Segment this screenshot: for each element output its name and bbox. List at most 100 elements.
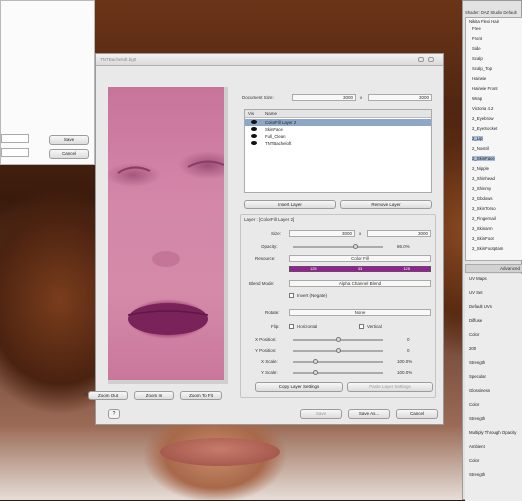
property-row[interactable]: UV Set (469, 290, 519, 295)
tree-item[interactable]: 2_Nostril (472, 146, 489, 151)
save-button[interactable]: Save (300, 409, 342, 419)
property-row[interactable]: Default UVs (469, 304, 519, 309)
y-position-slider[interactable] (293, 348, 383, 353)
tree-item[interactable]: 2_Lip (472, 136, 483, 141)
layer-visibility-eye-icon[interactable] (251, 120, 257, 124)
x-position-slider[interactable] (293, 337, 383, 342)
tree-item[interactable]: Scalp (472, 56, 483, 61)
layer-row[interactable]: ColorFill Layer 2 (245, 119, 431, 126)
tree-item[interactable]: 2_SkinFoot (472, 236, 494, 241)
property-row[interactable]: Diffuse (469, 318, 519, 323)
help-button[interactable]: ? (108, 409, 120, 419)
property-row[interactable]: 200 (469, 346, 519, 351)
shader-header: Shader: DAZ Studio Default (465, 10, 517, 15)
zoom-out-button[interactable]: Zoom Out (88, 391, 128, 400)
property-row[interactable]: UV Maps (469, 276, 519, 281)
property-row[interactable]: Color (469, 402, 519, 407)
x-scale-slider[interactable] (293, 359, 383, 364)
tree-item[interactable]: 2_EyeSocket (472, 126, 497, 131)
x-position-knob[interactable] (336, 337, 341, 342)
x-scale-knob[interactable] (313, 359, 318, 364)
rotate-select[interactable]: None (289, 309, 431, 316)
layer-height-field[interactable]: 3000 (367, 230, 431, 237)
image-preview[interactable] (108, 87, 228, 380)
close-icon[interactable] (428, 57, 434, 62)
opacity-slider[interactable] (293, 244, 383, 249)
color-swatch[interactable]: 125 33 125 (289, 266, 431, 272)
tree-item[interactable]: Wrap (472, 96, 482, 101)
zoom-in-button[interactable]: Zoom In (134, 391, 174, 400)
property-row[interactable]: Ambient (469, 444, 519, 449)
remove-layer-button[interactable]: Remove Layer (340, 200, 432, 209)
small-cancel-button[interactable]: Cancel (49, 149, 89, 159)
tree-item[interactable]: 2_Skinarm (472, 226, 493, 231)
layer-row[interactable]: Full_Clean (245, 133, 431, 140)
tree-item[interactable]: Free (472, 26, 481, 31)
tree-item[interactable]: Front (472, 36, 482, 41)
tree-item[interactable]: 2_SkinFace (472, 156, 495, 161)
property-row[interactable]: Color (469, 458, 519, 463)
layer-width-field[interactable]: 3000 (289, 230, 355, 237)
save-as-button[interactable]: Save As... (348, 409, 390, 419)
y-position-knob[interactable] (336, 348, 341, 353)
dialog-title: TNTBacheloft.bg0 (100, 57, 137, 62)
small-save-button[interactable]: Save (49, 135, 89, 145)
opacity-label: Opacity: (261, 244, 278, 249)
property-row[interactable]: Glossiness (469, 388, 519, 393)
tree-root[interactable]: Nikita Flexi Hair (469, 19, 499, 24)
tree-item[interactable]: Victoria 4.2 (472, 106, 493, 111)
tree-item[interactable]: 2_Shinmy (472, 186, 491, 191)
cancel-button[interactable]: Cancel (396, 409, 438, 419)
flip-label: Flip: (271, 324, 280, 329)
tree-item[interactable]: Hairwie (472, 76, 486, 81)
invert-checkbox[interactable] (289, 293, 294, 298)
layer-visibility-eye-icon[interactable] (251, 134, 257, 138)
resource-select[interactable]: Color Fill (289, 255, 431, 262)
blend-mode-select[interactable]: Alpha Channel Blend (289, 280, 431, 287)
layer-visibility-eye-icon[interactable] (251, 141, 257, 145)
tab-advanced[interactable]: Advanced (500, 266, 520, 271)
tree-item[interactable]: 2_SkinFootptam (472, 246, 503, 251)
tree-item[interactable]: 2_Gbdows (472, 196, 493, 201)
minimize-icon[interactable] (418, 57, 424, 62)
zoom-to-fit-button[interactable]: Zoom To Fit (180, 391, 222, 400)
flip-horizontal-checkbox[interactable] (289, 324, 294, 329)
document-height-field[interactable]: 3000 (368, 94, 432, 101)
tree-item[interactable]: 2_Nipple (472, 166, 489, 171)
layer-row[interactable]: TNTBacheloft (245, 140, 431, 147)
tree-item[interactable]: 2_Shinhead (472, 176, 495, 181)
property-row[interactable]: Strength (469, 360, 519, 365)
rotate-label: Rotate: (265, 310, 280, 315)
preview-scrollbar-h[interactable] (108, 380, 228, 384)
tree-item[interactable]: Hairwie Front (472, 86, 498, 91)
small-dialog-field-2[interactable] (1, 148, 29, 157)
layer-visibility-eye-icon[interactable] (251, 127, 257, 131)
small-dialog-field-1[interactable] (1, 134, 29, 143)
preview-scrollbar-v[interactable] (224, 87, 228, 380)
tree-item[interactable]: 2_Fingernail (472, 216, 496, 221)
copy-layer-settings-button[interactable]: Copy Layer Settings (255, 382, 343, 392)
x-position-label: X Position: (255, 337, 277, 342)
y-scale-knob[interactable] (313, 370, 318, 375)
tree-item[interactable]: Side (472, 46, 481, 51)
document-width-field[interactable]: 3000 (292, 94, 356, 101)
tree-item[interactable]: 2_Eyebrow (472, 116, 494, 121)
property-row[interactable]: Color (469, 332, 519, 337)
viewport-figure-lips (160, 438, 280, 466)
property-row[interactable]: Strength (469, 416, 519, 421)
tree-item[interactable]: 2_SkinTorso (472, 206, 496, 211)
property-row[interactable]: Multiply Through Opacity (469, 430, 519, 435)
layer-row[interactable]: SkinFace (245, 126, 431, 133)
flip-vertical-checkbox[interactable] (359, 324, 364, 329)
y-scale-slider[interactable] (293, 370, 383, 375)
opacity-slider-knob[interactable] (353, 244, 358, 249)
invert-label: Invert (Negate) (297, 293, 328, 298)
tree-item[interactable]: Scalp_Top (472, 66, 492, 71)
color-green-value: 33 (357, 266, 363, 271)
paste-layer-settings-button[interactable]: Paste Layer Settings (347, 382, 433, 392)
layers-list-header: Vis Name (245, 110, 431, 118)
property-row[interactable]: Specular (469, 374, 519, 379)
vis-column-header: Vis (248, 111, 255, 116)
insert-layer-button[interactable]: Insert Layer (244, 200, 336, 209)
property-row[interactable]: Strength (469, 472, 519, 477)
